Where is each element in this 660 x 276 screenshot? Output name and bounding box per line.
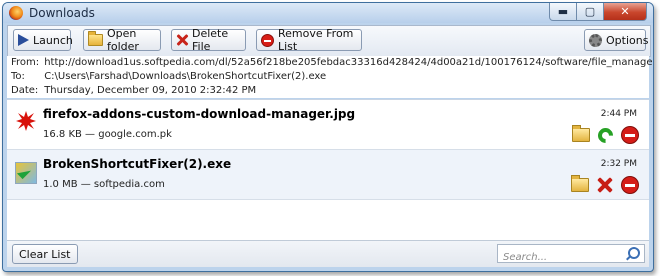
search-box [497, 244, 645, 266]
clear-list-button[interactable]: Clear List [12, 244, 78, 264]
file-name: firefox-addons-custom-download-manager.j… [43, 107, 356, 121]
to-row: To: C:\Users\Farshad\Downloads\BrokenSho… [11, 71, 326, 84]
delete-file-label: Delete File [192, 27, 229, 53]
image-splat-icon [16, 111, 36, 131]
remove-from-list-button[interactable]: Remove From List [256, 27, 362, 53]
open-folder-icon[interactable] [571, 175, 589, 192]
search-icon[interactable] [628, 247, 640, 259]
search-input[interactable] [501, 249, 625, 266]
minimize-icon: ▬ [557, 5, 569, 18]
download-item[interactable]: BrokenShortcutFixer(2).exe 1.0 MB — soft… [7, 150, 649, 200]
status-bar: Clear List [7, 240, 649, 267]
retry-icon[interactable] [594, 124, 617, 146]
minimize-button[interactable]: ▬ [549, 3, 577, 21]
cancel-icon[interactable] [597, 177, 613, 193]
play-icon [18, 34, 29, 46]
downloads-list: firefox-addons-custom-download-manager.j… [7, 99, 649, 240]
to-value: C:\Users\Farshad\Downloads\BrokenShortcu… [44, 71, 327, 82]
date-value: Thursday, December 09, 2010 2:32:42 PM [44, 85, 257, 96]
launch-label: Launch [33, 33, 73, 47]
options-label: Options [606, 33, 649, 47]
downloads-window: Downloads ▬ ▢ ✕ Launch Open folder Delet… [2, 2, 654, 272]
close-button[interactable]: ✕ [604, 3, 647, 21]
date-label: Date: [11, 85, 39, 96]
open-folder-label: Open folder [107, 27, 139, 53]
delete-icon [176, 34, 188, 46]
file-name: BrokenShortcutFixer(2).exe [43, 157, 232, 171]
open-folder-icon[interactable] [572, 125, 590, 142]
toolbar: Launch Open folder Delete File Remove Fr… [7, 25, 651, 57]
window-controls: ▬ ▢ ✕ [549, 3, 647, 21]
window-title: Downloads [29, 6, 95, 20]
remove-icon[interactable] [621, 126, 639, 144]
maximize-button[interactable]: ▢ [577, 3, 604, 21]
remove-label: Remove From List [278, 27, 354, 53]
title-bar[interactable]: Downloads ▬ ▢ ✕ [3, 3, 653, 23]
close-icon: ✕ [620, 5, 630, 18]
item-actions [571, 175, 639, 194]
folder-icon [88, 31, 103, 46]
file-meta: 1.0 MB — softpedia.com [43, 179, 165, 190]
from-row: From: http://download1us.softpedia.com/d… [11, 57, 653, 70]
exe-icon [15, 162, 37, 184]
open-folder-button[interactable]: Open folder [83, 27, 161, 53]
launch-button[interactable]: Launch [13, 29, 73, 51]
file-meta: 16.8 KB — google.com.pk [43, 129, 172, 140]
options-button[interactable]: Options [584, 29, 649, 51]
clear-list-label: Clear List [19, 247, 71, 261]
file-time: 2:44 PM [600, 109, 637, 119]
remove-icon [261, 33, 274, 47]
from-value: http://download1us.softpedia.com/dl/52a5… [44, 57, 653, 68]
date-row: Date: Thursday, December 09, 2010 2:32:4… [11, 85, 256, 98]
from-label: From: [11, 57, 40, 68]
maximize-icon: ▢ [584, 5, 596, 18]
item-actions [572, 124, 639, 146]
delete-file-button[interactable]: Delete File [171, 27, 246, 53]
remove-icon[interactable] [621, 176, 639, 194]
download-item[interactable]: firefox-addons-custom-download-manager.j… [7, 100, 649, 150]
gear-icon [589, 33, 602, 47]
firefox-icon [9, 6, 23, 20]
to-label: To: [11, 71, 25, 82]
download-details: From: http://download1us.softpedia.com/d… [7, 56, 653, 98]
file-time: 2:32 PM [600, 159, 637, 169]
